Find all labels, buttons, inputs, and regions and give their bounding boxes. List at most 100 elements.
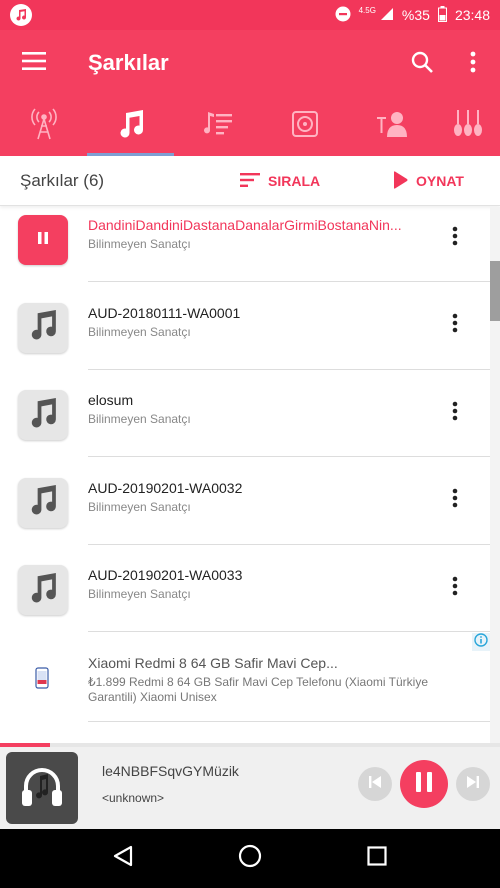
song-list: DandiniDandiniDastanaDanalarGirmiBostana… — [0, 207, 490, 645]
song-count: Şarkılar (6) — [20, 170, 105, 190]
song-artist: Bilinmeyen Sanatçı — [88, 412, 191, 426]
song-artist: Bilinmeyen Sanatçı — [88, 324, 191, 339]
next-button[interactable] — [456, 767, 490, 801]
more-vert-icon — [452, 226, 458, 251]
now-playing-bar[interactable]: le4NBBFSqvGYMüzik <unknown> — [0, 747, 500, 829]
ad-info-button[interactable] — [472, 632, 490, 652]
divider — [88, 543, 490, 545]
more-vert-icon — [470, 51, 476, 78]
headphones-icon — [18, 762, 66, 815]
back-triangle-icon — [112, 845, 134, 872]
home-circle-icon — [238, 844, 262, 873]
song-artist: Bilinmeyen Sanatçı — [88, 499, 191, 514]
search-button[interactable] — [402, 44, 442, 84]
pause-icon — [416, 771, 432, 797]
tab-albums[interactable] — [261, 96, 348, 156]
album-icon — [291, 110, 318, 142]
song-title: AUD-20180111-WA0001 — [88, 304, 241, 321]
song-thumbnail[interactable] — [18, 215, 68, 265]
battery-level: %35 — [401, 7, 430, 23]
hamburger-icon — [22, 51, 46, 75]
song-row[interactable]: DandiniDandiniDastanaDanalarGirmiBostana… — [0, 207, 490, 295]
play-icon — [392, 170, 408, 192]
info-icon — [474, 632, 488, 652]
song-row[interactable]: AUD-20190201-WA0033 Bilinmeyen Sanatçı — [0, 557, 490, 645]
song-title: AUD-20190201-WA0033 — [88, 567, 243, 583]
song-title: elosum — [88, 392, 134, 408]
recents-square-icon — [367, 846, 387, 871]
clock: 23:48 — [454, 7, 490, 23]
tab-radio[interactable] — [0, 96, 87, 156]
battery-icon — [437, 5, 447, 25]
home-button[interactable] — [230, 839, 270, 879]
sort-icon — [240, 172, 260, 190]
system-navigation-bar — [0, 829, 500, 888]
playlist-icon — [203, 111, 232, 141]
play-all-button[interactable]: OYNAT — [392, 168, 464, 194]
list-header: Şarkılar (6) SIRALA OYNAT — [0, 156, 500, 206]
divider — [88, 281, 490, 282]
ad-title[interactable]: Xiaomi Redmi 8 64 GB Safir Mavi Cep... — [88, 655, 338, 671]
radio-tower-icon — [29, 107, 59, 145]
ad-banner[interactable]: Xiaomi Redmi 8 64 GB Safir Mavi Cep... ₺… — [0, 632, 490, 723]
previous-button[interactable] — [358, 767, 392, 801]
category-tabs — [0, 96, 500, 156]
skip-next-icon — [466, 775, 480, 794]
scrollbar-thumb[interactable] — [490, 261, 500, 321]
more-vert-icon — [452, 313, 458, 338]
overflow-menu-button[interactable] — [456, 44, 490, 84]
song-title: AUD-20190201-WA0032 — [88, 479, 243, 496]
instruments-icon — [453, 109, 483, 143]
music-note-icon — [29, 572, 57, 608]
song-options-button[interactable] — [440, 311, 470, 341]
song-thumbnail[interactable] — [18, 390, 68, 440]
network-type: 4.5G — [358, 5, 376, 15]
song-artist: Bilinmeyen Sanatçı — [88, 587, 191, 601]
ad-product-image — [34, 667, 50, 689]
song-options-button[interactable] — [440, 573, 470, 603]
song-options-button[interactable] — [440, 486, 470, 516]
signal-icon — [380, 7, 394, 24]
song-thumbnail[interactable] — [18, 477, 68, 528]
music-note-icon — [29, 397, 57, 433]
search-icon — [411, 51, 433, 78]
sort-button[interactable]: SIRALA — [240, 168, 320, 194]
tab-genres[interactable] — [435, 96, 500, 156]
pause-button[interactable] — [400, 760, 448, 808]
skip-previous-icon — [368, 775, 382, 794]
tab-songs[interactable] — [87, 96, 174, 156]
song-artist: Bilinmeyen Sanatçı — [88, 237, 191, 251]
do-not-disturb-icon — [335, 6, 351, 25]
sort-label: SIRALA — [268, 173, 321, 189]
song-thumbnail[interactable] — [18, 565, 68, 615]
more-vert-icon — [452, 488, 458, 513]
tab-artists[interactable] — [348, 96, 435, 156]
tab-playlists[interactable] — [174, 96, 261, 156]
song-options-button[interactable] — [440, 223, 470, 253]
song-thumbnail[interactable] — [18, 302, 68, 353]
music-note-icon — [29, 485, 57, 520]
song-options-button[interactable] — [440, 398, 470, 428]
recents-button[interactable] — [357, 839, 397, 879]
play-label: OYNAT — [416, 173, 464, 189]
divider — [88, 721, 490, 722]
now-playing-artwork[interactable] — [6, 752, 78, 824]
song-row[interactable]: elosum Bilinmeyen Sanatçı — [0, 382, 490, 470]
menu-button[interactable] — [0, 30, 68, 96]
song-row[interactable]: AUD-20180111-WA0001 Bilinmeyen Sanatçı — [0, 295, 490, 383]
now-playing-title: le4NBBFSqvGYMüzik — [102, 763, 239, 779]
page-title: Şarkılar — [88, 50, 169, 75]
scrollbar[interactable] — [490, 207, 500, 747]
ad-description: ₺1.899 Redmi 8 64 GB Safir Mavi Cep Tele… — [88, 675, 429, 704]
app-toolbar: Şarkılar — [0, 30, 500, 96]
divider — [88, 631, 490, 632]
back-button[interactable] — [103, 839, 143, 879]
song-row[interactable]: AUD-20190201-WA0032 Bilinmeyen Sanatçı — [0, 470, 490, 558]
more-vert-icon — [452, 576, 458, 601]
divider — [88, 456, 490, 457]
pause-icon — [38, 231, 48, 249]
artist-icon — [376, 111, 407, 142]
music-note-icon — [29, 310, 57, 345]
song-title: DandiniDandiniDastanaDanalarGirmiBostana… — [88, 217, 402, 233]
more-vert-icon — [452, 401, 458, 426]
